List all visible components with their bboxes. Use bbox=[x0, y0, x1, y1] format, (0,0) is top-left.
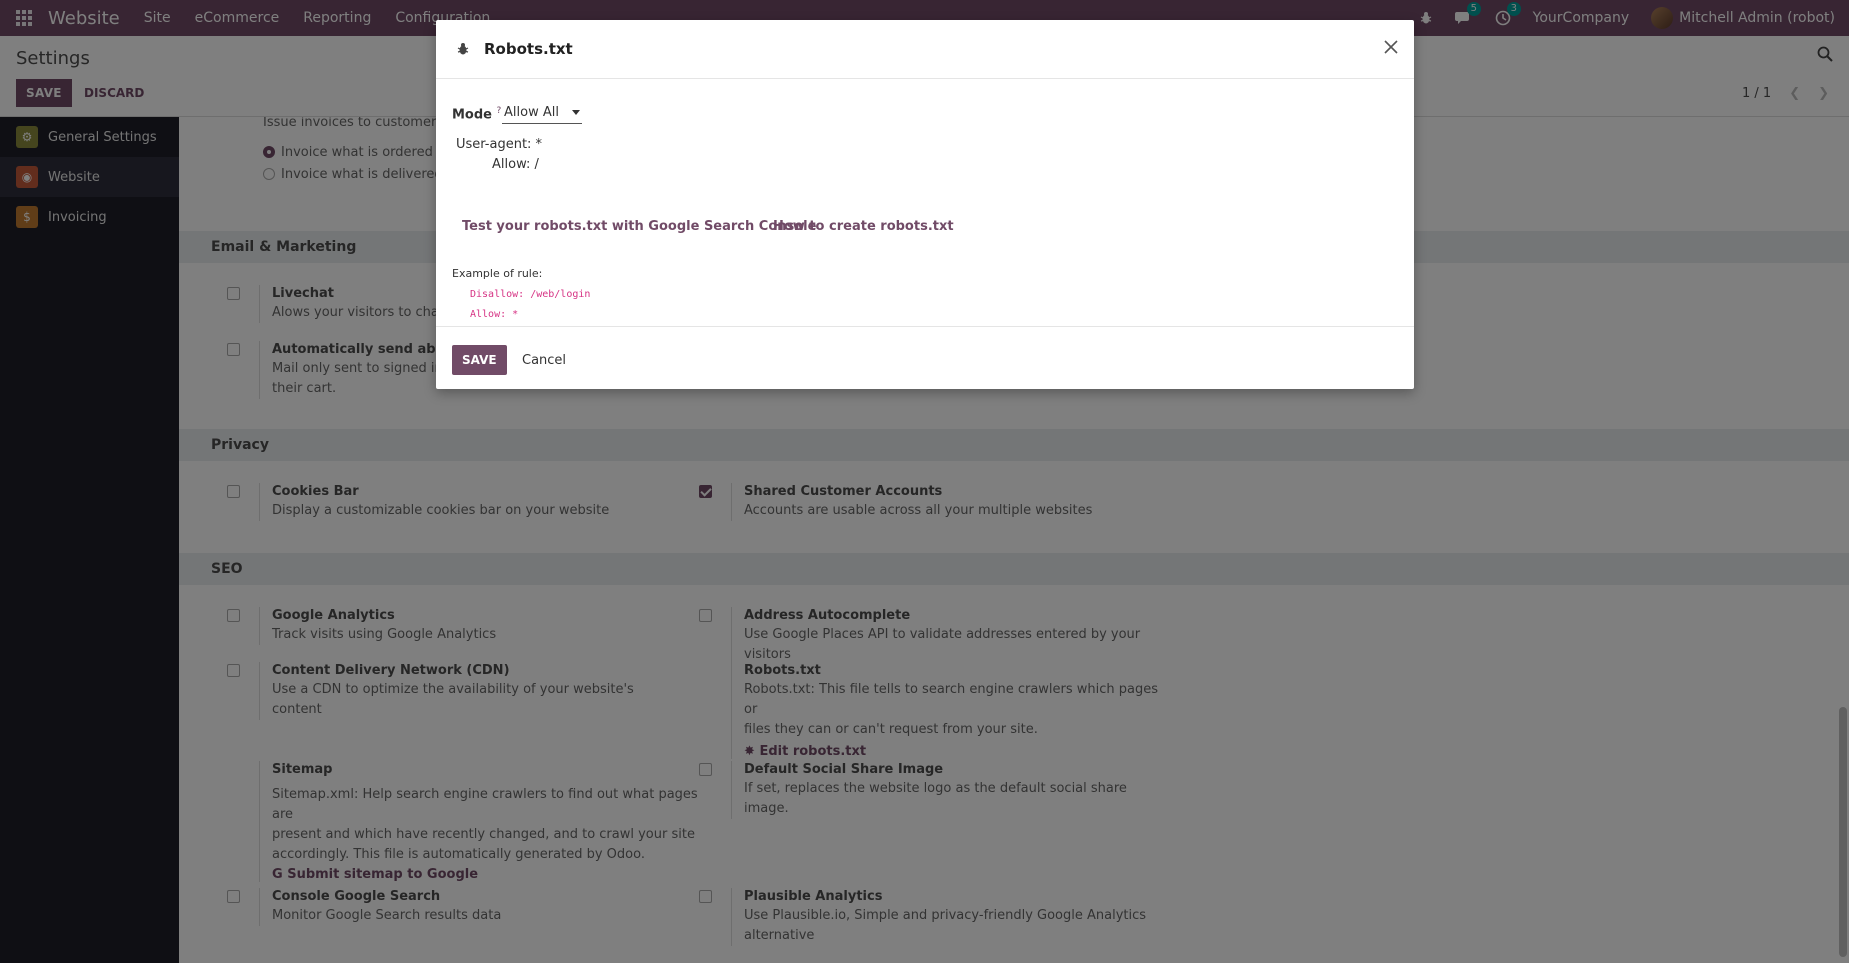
mode-label-text: Mode bbox=[452, 107, 492, 123]
robots-content-editor[interactable]: User-agent: * Allow: / bbox=[456, 135, 542, 175]
dialog-cancel-button[interactable]: Cancel bbox=[516, 345, 572, 375]
dialog-body: Mode ? Allow All User-agent: * Allow: / … bbox=[436, 79, 1414, 326]
example-line: Disallow: /web/login bbox=[470, 289, 591, 300]
help-tooltip-icon[interactable]: ? bbox=[497, 106, 502, 116]
mode-label: Mode ? bbox=[452, 106, 501, 122]
example-line: Allow: * bbox=[470, 309, 519, 320]
dialog-title: Robots.txt bbox=[484, 40, 573, 58]
dialog-save-button[interactable]: SAVE bbox=[452, 345, 507, 375]
mode-select[interactable]: Allow All bbox=[502, 102, 582, 124]
caret-down-icon bbox=[572, 110, 580, 115]
dialog-header: Robots.txt bbox=[436, 20, 1414, 79]
robots-dialog: Robots.txt Mode ? Allow All User-agent: … bbox=[436, 20, 1414, 389]
mode-select-value: Allow All bbox=[504, 105, 559, 120]
example-code: Disallow: /web/login Allow: * bbox=[470, 285, 590, 325]
close-icon[interactable] bbox=[1382, 38, 1400, 56]
robots-line: Allow: / bbox=[492, 157, 539, 172]
howto-robots-link[interactable]: How to create robots.txt bbox=[773, 219, 954, 234]
bug-icon bbox=[457, 43, 469, 55]
dialog-footer: SAVE Cancel bbox=[436, 326, 1414, 389]
example-label: Example of rule: bbox=[452, 267, 543, 280]
test-robots-link[interactable]: Test your robots.txt with Google Search … bbox=[462, 219, 816, 234]
robots-line: User-agent: * bbox=[456, 137, 543, 152]
